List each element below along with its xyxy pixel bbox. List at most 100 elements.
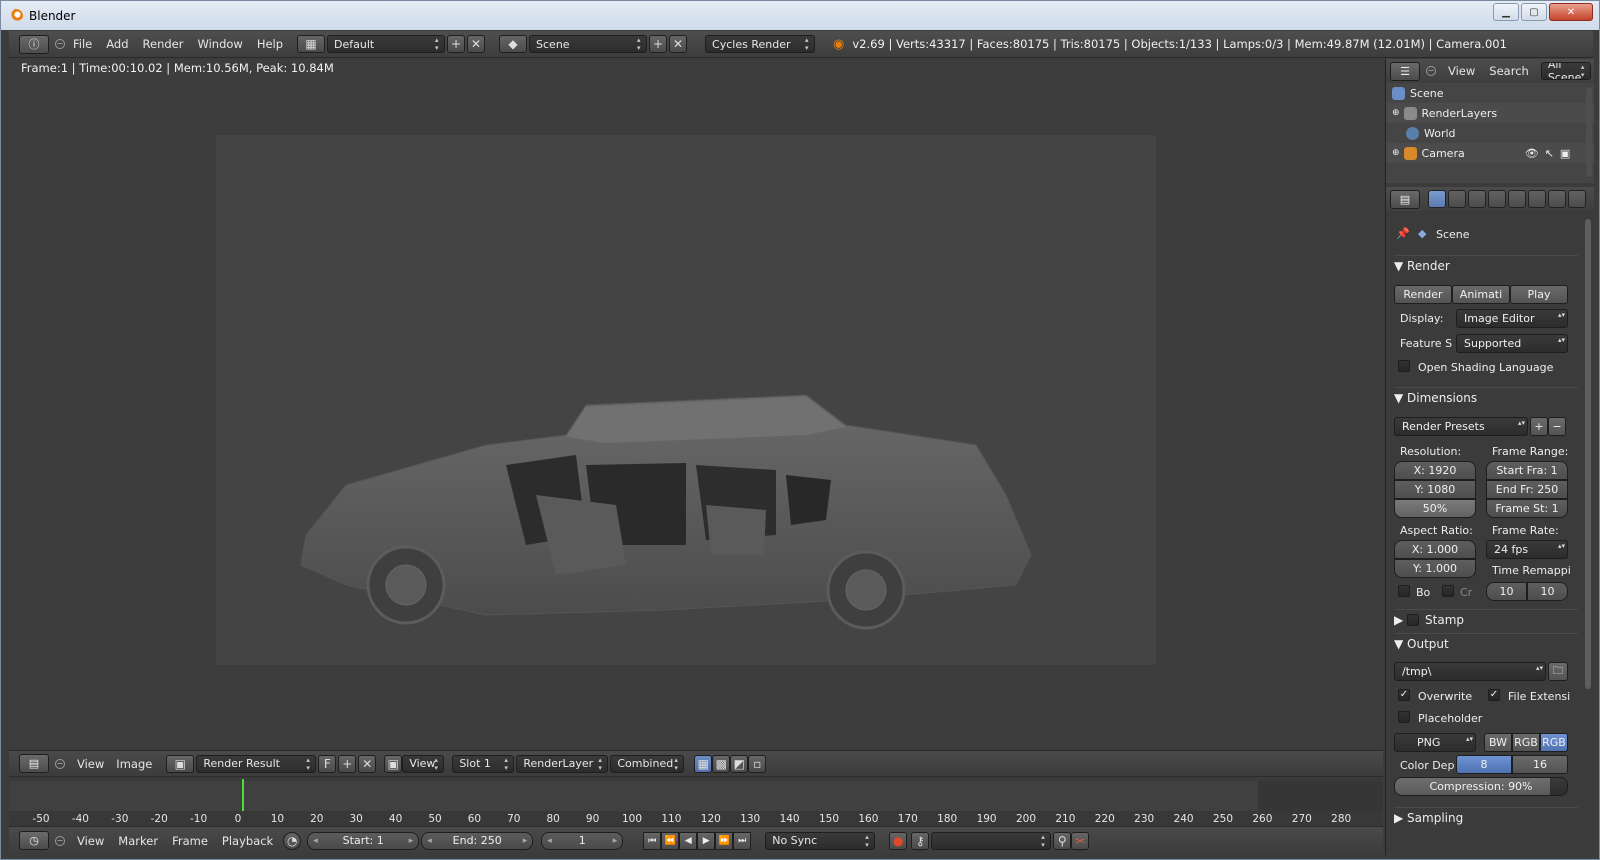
editor-type-info-icon[interactable]: ⓘ bbox=[19, 34, 49, 54]
keying-set-icon[interactable]: ⚷ bbox=[911, 831, 930, 850]
display-alpha-icon[interactable]: ▩ bbox=[712, 754, 731, 773]
new-image-icon[interactable]: + bbox=[338, 754, 357, 773]
start-frame-field[interactable]: Start: 1 bbox=[307, 831, 420, 850]
editor-type-image-icon[interactable]: ▤ bbox=[19, 754, 49, 773]
frame-end-field[interactable]: End Fr: 250 bbox=[1486, 480, 1568, 499]
outliner-item-renderlayers[interactable]: ⊕ RenderLayers bbox=[1386, 103, 1594, 123]
display-scope-icon[interactable]: ▫ bbox=[748, 754, 767, 773]
end-frame-field[interactable]: End: 250 bbox=[421, 831, 534, 850]
scene-icon[interactable]: ◆ bbox=[499, 35, 528, 53]
jump-end-icon[interactable]: ⏭ bbox=[733, 831, 752, 850]
outliner-filter-dropdown[interactable]: All Scene bbox=[1540, 62, 1591, 80]
resolution-percent-field[interactable]: 50% bbox=[1394, 499, 1476, 518]
menu-search[interactable]: Search bbox=[1489, 64, 1529, 78]
properties-scrollbar[interactable] bbox=[1585, 219, 1591, 689]
outliner-scrollbar[interactable] bbox=[1586, 87, 1592, 177]
resolution-y-field[interactable]: Y: 1080 bbox=[1394, 480, 1476, 499]
color-depth-8-button[interactable]: 8 bbox=[1456, 755, 1512, 774]
menu-window[interactable]: Window bbox=[197, 37, 242, 51]
collapse-menu-icon[interactable]: − bbox=[55, 39, 65, 49]
placeholder-checkbox[interactable] bbox=[1398, 711, 1410, 723]
tab-modifiers[interactable] bbox=[1548, 190, 1566, 208]
screen-layout-icon[interactable]: ▦ bbox=[297, 35, 326, 53]
feature-set-dropdown[interactable]: Supported bbox=[1456, 334, 1568, 353]
remove-preset-button[interactable]: − bbox=[1548, 417, 1566, 436]
editor-type-outliner-icon[interactable]: ☰ bbox=[1390, 61, 1420, 81]
tab-object[interactable] bbox=[1508, 190, 1526, 208]
render-engine-dropdown[interactable]: Cycles Render bbox=[705, 35, 816, 53]
border-checkbox[interactable] bbox=[1398, 585, 1410, 597]
display-zbuffer-icon[interactable]: ◩ bbox=[730, 754, 749, 773]
view-mode-dropdown[interactable]: View bbox=[402, 754, 445, 773]
color-rgb-button[interactable]: RGB bbox=[1512, 733, 1540, 752]
render-presets-dropdown[interactable]: Render Presets bbox=[1394, 417, 1528, 436]
render-pass-dropdown[interactable]: Combined bbox=[610, 754, 685, 773]
minimize-button[interactable]: ▁ bbox=[1493, 3, 1519, 21]
aspect-y-field[interactable]: Y: 1.000 bbox=[1394, 559, 1476, 578]
overwrite-checkbox[interactable]: ✓ bbox=[1398, 689, 1410, 701]
menu-add[interactable]: Add bbox=[106, 37, 128, 51]
preview-range-icon[interactable]: ◔ bbox=[283, 831, 302, 850]
aspect-x-field[interactable]: X: 1.000 bbox=[1394, 540, 1476, 559]
outliner-item-camera[interactable]: ⊕ Camera 👁 ↖ ▣ bbox=[1386, 143, 1594, 163]
display-rgb-icon[interactable]: ▦ bbox=[694, 754, 713, 773]
menu-help[interactable]: Help bbox=[257, 37, 283, 51]
frame-start-field[interactable]: Start Fra: 1 bbox=[1486, 461, 1568, 480]
collapse-menu-icon[interactable]: − bbox=[1426, 66, 1436, 76]
menu-file[interactable]: File bbox=[73, 37, 92, 51]
frame-rate-dropdown[interactable]: 24 fps bbox=[1486, 540, 1568, 559]
file-extensions-checkbox[interactable]: ✓ bbox=[1488, 689, 1500, 701]
output-path-field[interactable]: /tmp\ bbox=[1394, 662, 1546, 681]
menu-marker[interactable]: Marker bbox=[118, 834, 158, 848]
render-layer-dropdown[interactable]: RenderLayer bbox=[516, 754, 609, 773]
delete-keyframe-icon[interactable]: ✂ bbox=[1071, 831, 1090, 850]
time-remap-new-field[interactable]: 10 bbox=[1527, 582, 1568, 601]
animation-button[interactable]: Animati bbox=[1452, 285, 1510, 304]
color-depth-16-button[interactable]: 16 bbox=[1512, 755, 1568, 774]
tab-world[interactable] bbox=[1488, 190, 1506, 208]
outliner-item-scene[interactable]: Scene bbox=[1386, 83, 1594, 103]
file-format-dropdown[interactable]: PNG bbox=[1394, 733, 1476, 752]
color-rgba-button[interactable]: RGB bbox=[1540, 733, 1568, 752]
stamp-checkbox[interactable] bbox=[1407, 613, 1420, 626]
maximize-button[interactable]: ▢ bbox=[1521, 3, 1547, 21]
render-button[interactable]: Render bbox=[1394, 285, 1452, 304]
current-frame-field[interactable]: 1 bbox=[541, 831, 624, 850]
slot-dropdown[interactable]: Slot 1 bbox=[452, 754, 515, 773]
panel-dimensions-header[interactable]: ▼ Dimensions bbox=[1394, 387, 1578, 407]
visibility-eye-icon[interactable]: 👁 bbox=[1525, 147, 1539, 160]
close-button[interactable]: ✕ bbox=[1549, 3, 1593, 21]
time-remap-old-field[interactable]: 10 bbox=[1486, 582, 1527, 601]
screen-layout-dropdown[interactable]: Default bbox=[327, 35, 446, 53]
color-bw-button[interactable]: BW bbox=[1484, 733, 1512, 752]
play-button[interactable]: Play bbox=[1510, 285, 1568, 304]
tab-constraints[interactable] bbox=[1528, 190, 1546, 208]
osl-checkbox[interactable] bbox=[1398, 360, 1410, 372]
view-mode-icon[interactable]: ▣ bbox=[384, 754, 403, 773]
tab-scene[interactable] bbox=[1468, 190, 1486, 208]
panel-output-header[interactable]: ▼ Output bbox=[1394, 633, 1578, 653]
tab-render-layers[interactable] bbox=[1448, 190, 1466, 208]
add-preset-button[interactable]: + bbox=[1530, 417, 1548, 436]
menu-playback[interactable]: Playback bbox=[222, 834, 273, 848]
menu-view[interactable]: View bbox=[77, 834, 104, 848]
crop-checkbox[interactable] bbox=[1442, 585, 1454, 597]
frame-step-field[interactable]: Frame St: 1 bbox=[1486, 499, 1568, 518]
image-name-field[interactable]: Render Result bbox=[196, 754, 317, 773]
record-icon[interactable]: ● bbox=[889, 831, 908, 850]
delete-scene-icon[interactable]: ✕ bbox=[669, 35, 688, 53]
panel-render-header[interactable]: ▼ Render bbox=[1394, 255, 1578, 275]
jump-keyframe-back-icon[interactable]: ⏪ bbox=[661, 831, 680, 850]
menu-render[interactable]: Render bbox=[143, 37, 184, 51]
tab-texture[interactable] bbox=[1568, 190, 1586, 208]
timeline-ruler[interactable]: -50 -40 -30 -20 -10 0 10 20 30 40 50 60 70 80 90 100 110… bbox=[9, 811, 1383, 827]
image-browse-icon[interactable]: ▣ bbox=[166, 754, 195, 773]
fake-user-toggle[interactable]: F bbox=[318, 754, 337, 773]
compression-slider[interactable]: Compression: 90% bbox=[1394, 777, 1568, 796]
editor-type-timeline-icon[interactable]: ◷ bbox=[19, 831, 49, 850]
timeline-strip[interactable] bbox=[9, 781, 1383, 811]
menu-image[interactable]: Image bbox=[116, 757, 152, 771]
menu-view[interactable]: View bbox=[77, 757, 104, 771]
delete-screen-icon[interactable]: ✕ bbox=[467, 35, 486, 53]
outliner-item-world[interactable]: World bbox=[1386, 123, 1594, 143]
